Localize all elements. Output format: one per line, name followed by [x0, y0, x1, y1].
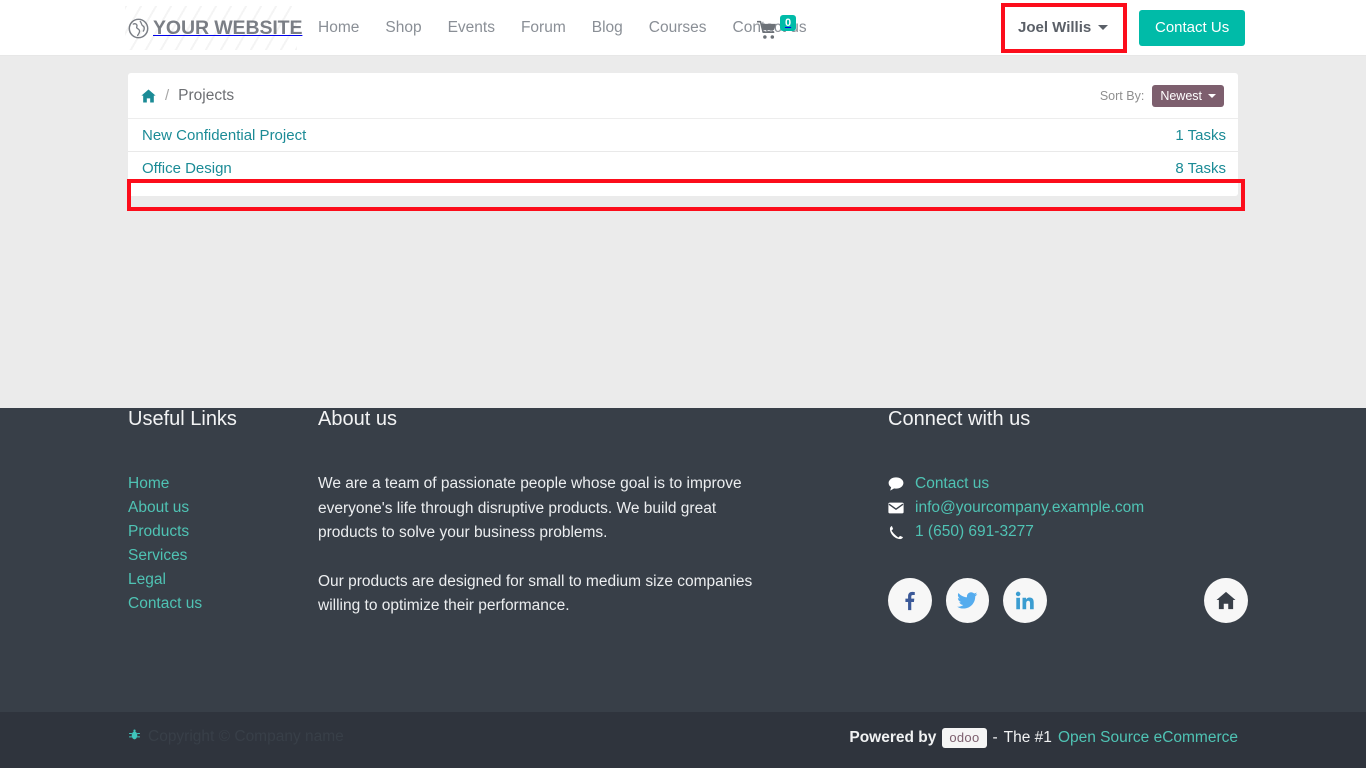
footer-title-useful-links: Useful Links	[128, 408, 237, 430]
copyright-text: Copyright © Company name	[148, 728, 344, 745]
comment-icon	[888, 476, 904, 492]
project-name: Office Design	[142, 159, 232, 177]
cart-count-badge: 0	[780, 14, 797, 31]
social-links	[888, 578, 1248, 623]
site-header: YOUR WEBSITE Home Shop Events Forum Blog…	[0, 0, 1366, 56]
phone-icon	[888, 524, 904, 540]
footer-link-services[interactable]: Services	[128, 544, 202, 568]
sort-selected-value: Newest	[1160, 88, 1202, 103]
chevron-down-icon	[1098, 25, 1109, 30]
sort-by-dropdown[interactable]: Newest	[1152, 84, 1224, 107]
footer-link-products[interactable]: Products	[128, 520, 202, 544]
twitter-button[interactable]	[945, 578, 990, 623]
linkedin-button[interactable]	[1003, 578, 1048, 623]
copyright-bar: Copyright © Company name Powered by odoo…	[0, 712, 1366, 768]
footer-title-connect-with-us: Connect with us	[888, 408, 1031, 430]
main-navigation: Home Shop Events Forum Blog Courses Cont…	[305, 19, 820, 37]
nav-item-events[interactable]: Events	[435, 19, 508, 37]
project-row-office-design[interactable]: Office Design 8 Tasks	[128, 151, 1238, 184]
footer-link-about-us[interactable]: About us	[128, 496, 202, 520]
home-icon	[141, 89, 156, 102]
footer-contact-us-line: Contact us	[888, 472, 1248, 496]
nav-item-courses[interactable]: Courses	[636, 19, 720, 37]
site-logo[interactable]: YOUR WEBSITE	[125, 6, 303, 50]
site-footer: Useful Links Home About us Products Serv…	[0, 408, 1366, 712]
nav-item-shop[interactable]: Shop	[372, 19, 434, 37]
project-tasks: 8 Tasks	[1175, 159, 1226, 177]
cart-button[interactable]: 0	[757, 14, 797, 40]
project-tasks: 1 Tasks	[1175, 126, 1226, 144]
twitter-icon	[956, 591, 977, 609]
linkedin-icon	[1016, 591, 1034, 609]
list-bottom-padding	[128, 184, 1238, 196]
footer-connect-column: Contact us info@yourcompany.example.com	[888, 472, 1248, 623]
footer-link-legal[interactable]: Legal	[128, 568, 202, 592]
logo-text: YOUR WEBSITE	[153, 16, 303, 39]
breadcrumb-home-link[interactable]	[141, 89, 156, 103]
website-home-button[interactable]	[1204, 578, 1248, 623]
project-row-new-confidential-project[interactable]: New Confidential Project 1 Tasks	[128, 118, 1238, 151]
footer-title-about-us: About us	[318, 408, 397, 430]
powered-by-dash: -	[992, 729, 998, 746]
powered-by-block: Powered by odoo - The #1 Open Source eCo…	[849, 728, 1238, 748]
chevron-down-icon	[1208, 93, 1216, 98]
main-content: / Projects Sort By: Newest New Confident…	[0, 56, 1366, 408]
breadcrumb-current: Projects	[178, 86, 235, 104]
shopping-cart-icon	[757, 20, 776, 39]
sort-label: Sort By:	[1099, 88, 1145, 103]
footer-contact-us-link[interactable]: Contact us	[915, 472, 989, 496]
copyright-left: Copyright © Company name	[128, 728, 344, 746]
home-icon	[1216, 591, 1236, 610]
contact-us-button[interactable]: Contact Us	[1139, 9, 1246, 46]
globe-icon	[128, 18, 149, 38]
the-number-one-label: The #1	[1003, 729, 1052, 746]
projects-panel: / Projects Sort By: Newest New Confident…	[128, 73, 1238, 196]
footer-email-line: info@yourcompany.example.com	[888, 496, 1248, 520]
facebook-button[interactable]	[888, 578, 932, 623]
footer-phone-link[interactable]: 1 (650) 691-3277	[915, 520, 1034, 544]
about-paragraph-1: We are a team of passionate people whose…	[318, 475, 742, 541]
breadcrumb-separator: /	[165, 87, 170, 104]
footer-useful-links-list: Home About us Products Services Legal Co…	[128, 472, 202, 616]
powered-by-label: Powered by	[849, 729, 937, 746]
footer-phone-line: 1 (650) 691-3277	[888, 520, 1248, 544]
odoo-brand-chip: odoo	[942, 728, 987, 748]
envelope-icon	[888, 500, 904, 516]
user-menu-label: Joel Willis	[1018, 19, 1092, 36]
nav-item-home[interactable]: Home	[305, 19, 372, 37]
breadcrumb: / Projects	[141, 87, 234, 105]
sort-control: Sort By: Newest	[1099, 84, 1224, 107]
breadcrumb-bar: / Projects Sort By: Newest	[128, 73, 1238, 118]
footer-about-text: We are a team of passionate people whose…	[318, 472, 768, 619]
nav-item-blog[interactable]: Blog	[579, 19, 636, 37]
facebook-icon	[905, 591, 915, 610]
about-paragraph-2: Our products are designed for small to m…	[318, 572, 753, 615]
footer-link-home[interactable]: Home	[128, 472, 202, 496]
user-menu-dropdown[interactable]: Joel Willis	[1018, 19, 1109, 36]
bug-icon	[128, 728, 141, 746]
project-name: New Confidential Project	[142, 126, 307, 144]
footer-email-link[interactable]: info@yourcompany.example.com	[915, 496, 1144, 520]
projects-list: New Confidential Project 1 Tasks Office …	[128, 118, 1238, 196]
open-source-ecommerce-link[interactable]: Open Source eCommerce	[1058, 729, 1238, 747]
footer-link-contact-us[interactable]: Contact us	[128, 592, 202, 616]
nav-item-forum[interactable]: Forum	[508, 19, 579, 37]
